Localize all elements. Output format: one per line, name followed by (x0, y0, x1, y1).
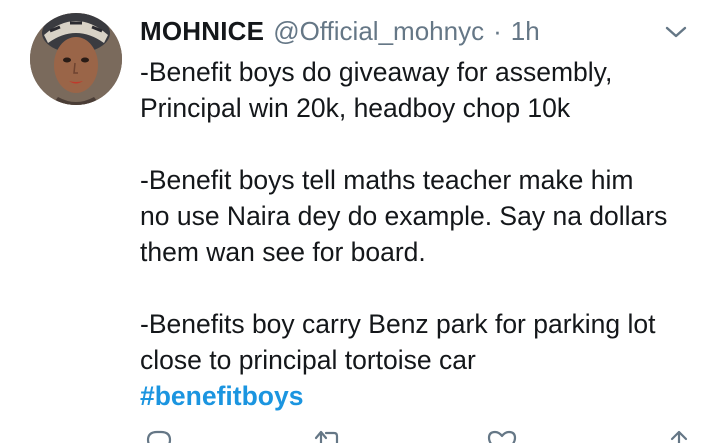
text-line: close to principal tortoise car (140, 345, 476, 375)
text-line: them wan see for board. (140, 237, 426, 267)
tweet-header: MOHNICE @Official_mohnyc · 1h (140, 14, 540, 48)
avatar[interactable] (30, 13, 122, 105)
tweet-text: -Benefit boys do giveaway for assembly, … (140, 54, 710, 414)
chevron-down-icon[interactable] (664, 20, 688, 44)
retweet-icon (314, 430, 339, 443)
heart-icon (487, 430, 517, 443)
timestamp[interactable]: 1h (511, 16, 540, 47)
user-handle[interactable]: @Official_mohnyc (273, 16, 484, 47)
separator: · (493, 15, 502, 46)
hashtag-link[interactable]: #benefitboys (140, 381, 303, 411)
retweet-button[interactable] (312, 428, 346, 443)
text-line: Principal win 20k, headboy chop 10k (140, 93, 571, 123)
text-line: no use Naira dey do example. Say na doll… (140, 201, 668, 231)
avatar-image (30, 13, 122, 105)
reply-button[interactable] (144, 428, 174, 443)
share-icon (670, 430, 688, 443)
text-line: -Benefit boys do giveaway for assembly, (140, 57, 613, 87)
share-button[interactable] (664, 428, 694, 443)
reply-icon (146, 430, 172, 443)
like-button[interactable] (486, 428, 518, 443)
text-line: -Benefits boy carry Benz park for parkin… (140, 309, 656, 339)
text-line: -Benefit boys tell maths teacher make hi… (140, 165, 634, 195)
display-name[interactable]: MOHNICE (140, 16, 264, 47)
tweet[interactable]: MOHNICE @Official_mohnyc · 1h -Benefit b… (0, 0, 720, 443)
tweet-actions (140, 428, 700, 443)
